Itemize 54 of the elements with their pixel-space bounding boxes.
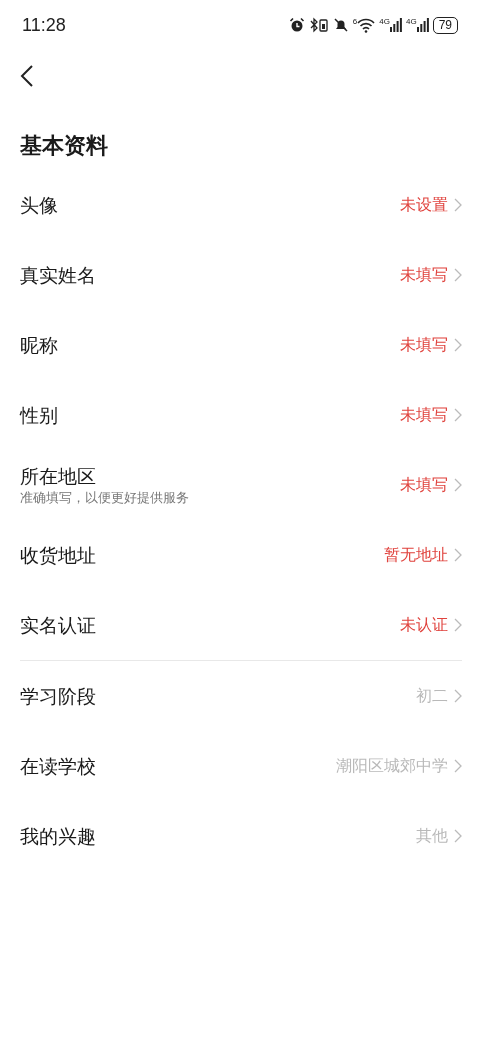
row-label: 我的兴趣 — [20, 824, 97, 849]
signal-icon — [389, 18, 402, 32]
row-label: 实名认证 — [20, 613, 97, 638]
chevron-icon — [454, 689, 462, 703]
settings-row[interactable]: 头像 未设置 — [0, 170, 480, 240]
settings-row[interactable]: 真实姓名 未填写 — [0, 240, 480, 310]
wifi-label: 6 — [352, 17, 358, 26]
row-label: 学习阶段 — [20, 684, 97, 709]
network-label: 4G — [379, 18, 390, 26]
bluetooth-battery-icon — [308, 17, 329, 33]
row-hint: 准确填写，以便更好提供服务 — [20, 489, 190, 507]
row-value: 未填写 — [400, 264, 448, 286]
row-value: 暂无地址 — [384, 544, 448, 566]
alarm-icon — [288, 17, 305, 33]
row-label: 昵称 — [20, 333, 59, 358]
settings-row[interactable]: 所在地区 准确填写，以便更好提供服务 未填写 — [0, 450, 480, 520]
chevron-icon — [454, 478, 462, 492]
row-label: 真实姓名 — [20, 263, 97, 288]
row-value: 未填写 — [400, 404, 448, 426]
row-value: 未设置 — [400, 194, 448, 216]
status-time: 11:28 — [22, 14, 66, 36]
settings-row[interactable]: 昵称 未填写 — [0, 310, 480, 380]
row-value: 其他 — [416, 825, 448, 847]
row-value: 未认证 — [400, 614, 448, 636]
network-label: 4G — [405, 18, 417, 26]
chevron-icon — [454, 338, 462, 352]
chevron-icon — [454, 618, 462, 632]
row-label: 收货地址 — [20, 543, 97, 568]
signal-icon — [416, 18, 429, 32]
row-label: 头像 — [20, 193, 59, 218]
settings-row[interactable]: 收货地址 暂无地址 — [0, 520, 480, 590]
row-label: 在读学校 — [20, 754, 97, 779]
battery-level: 79 — [432, 16, 458, 34]
chevron-icon — [454, 548, 462, 562]
back-icon[interactable] — [20, 64, 34, 88]
row-value: 未填写 — [400, 474, 448, 496]
wifi-icon — [357, 17, 376, 33]
chevron-icon — [454, 829, 462, 843]
row-label: 所在地区 — [20, 464, 97, 489]
row-value: 初二 — [416, 685, 448, 707]
settings-row[interactable]: 在读学校 潮阳区城郊中学 — [0, 731, 480, 801]
row-label: 性别 — [20, 403, 59, 428]
chevron-icon — [454, 759, 462, 773]
muted-bell-icon — [332, 17, 349, 33]
settings-row[interactable]: 实名认证 未认证 — [0, 590, 480, 660]
settings-row[interactable]: 我的兴趣 其他 — [0, 801, 480, 871]
settings-row[interactable]: 学习阶段 初二 — [0, 661, 480, 731]
chevron-icon — [454, 268, 462, 282]
chevron-icon — [454, 198, 462, 212]
row-value: 未填写 — [400, 334, 448, 356]
settings-row[interactable]: 性别 未填写 — [0, 380, 480, 450]
page-title: 基本资料 — [19, 132, 109, 160]
row-value: 潮阳区城郊中学 — [336, 755, 448, 777]
chevron-icon — [454, 408, 462, 422]
